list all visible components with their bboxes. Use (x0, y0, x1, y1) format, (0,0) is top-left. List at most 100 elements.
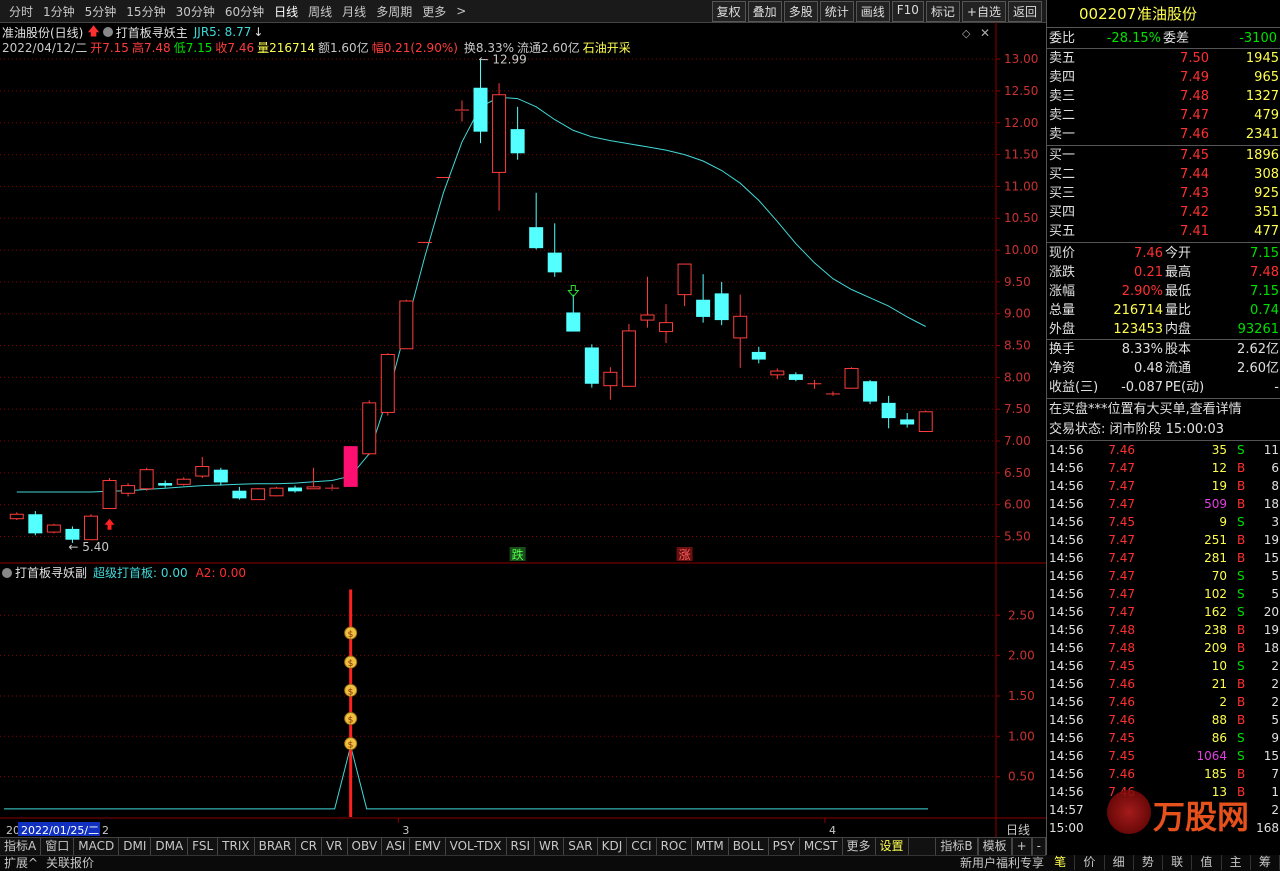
candle[interactable] (288, 485, 303, 493)
candle[interactable] (492, 83, 507, 211)
candle[interactable] (195, 456, 210, 478)
candle[interactable] (83, 514, 98, 541)
status-promo[interactable]: 新用户福利专享 (960, 856, 1044, 871)
panel-tab[interactable]: 联 (1163, 855, 1193, 870)
candle[interactable] (529, 192, 544, 250)
indicator-tab[interactable]: DMA (151, 838, 189, 855)
panel-tab[interactable]: 主 (1222, 855, 1251, 870)
status-related[interactable]: 关联报价 (46, 856, 94, 871)
panel-tab[interactable]: 值 (1192, 855, 1222, 870)
candle[interactable] (714, 281, 729, 326)
candle[interactable] (325, 484, 340, 491)
indicator-tab[interactable]: BOLL (729, 838, 769, 855)
period-tab[interactable]: 日线 (269, 3, 303, 20)
indicator-tab[interactable]: ROC (657, 838, 692, 855)
period-tab[interactable]: 30分钟 (171, 3, 220, 20)
candle[interactable] (306, 467, 321, 490)
panel-tab[interactable]: 价 (1075, 855, 1105, 870)
candle[interactable] (454, 100, 469, 122)
period-label[interactable]: 日线 (1006, 823, 1030, 837)
indicator-tab[interactable]: 窗口 (41, 838, 75, 855)
indicator-tab[interactable]: BRAR (255, 838, 297, 855)
indicator-tab[interactable]: TRIX (218, 838, 255, 855)
candle[interactable] (844, 367, 859, 389)
candle[interactable] (881, 395, 896, 429)
candle[interactable] (121, 483, 136, 497)
indicator-tab[interactable]: MCST (800, 838, 843, 855)
indicator-tab[interactable]: ASI (382, 838, 411, 855)
chart-close-icon[interactable]: ✕ (980, 26, 990, 40)
sub-indicator-name[interactable]: 打首板寻妖副 (15, 564, 87, 581)
indicator-tab[interactable]: VOL-TDX (446, 838, 507, 855)
candle[interactable] (733, 294, 748, 368)
candle[interactable] (473, 59, 488, 144)
candle[interactable] (46, 523, 61, 534)
candle[interactable] (213, 467, 228, 486)
toolbar-button[interactable]: 叠加 (747, 1, 782, 22)
candle[interactable] (362, 400, 377, 456)
indicator-tab-right[interactable]: - (1031, 838, 1046, 855)
sub-indicator-toggle-icon[interactable] (2, 567, 12, 578)
indicator-tab[interactable]: 设置 (876, 838, 909, 855)
candle[interactable] (807, 379, 822, 389)
toolbar-button[interactable]: 标记 (925, 1, 960, 22)
toolbar-button[interactable]: 复权 (711, 1, 746, 22)
toolbar-button[interactable]: 画线 (855, 1, 890, 22)
indicator-tab[interactable]: 指标A (0, 838, 42, 855)
candle[interactable] (659, 304, 674, 344)
indicator-tab[interactable]: WR (535, 838, 565, 855)
period-tab[interactable]: 更多 (417, 3, 451, 20)
candle[interactable] (603, 367, 618, 400)
indicator-tab[interactable]: CR (296, 838, 322, 855)
indicator-tab-right[interactable]: + (1011, 838, 1032, 855)
candle[interactable] (269, 486, 284, 497)
chevron-right-icon[interactable]: > (451, 4, 471, 18)
period-tab[interactable]: 5分钟 (80, 3, 122, 20)
indicator-tab[interactable]: VR (322, 838, 348, 855)
indicator-tab-right[interactable]: 模板 (977, 838, 1012, 855)
candle[interactable] (232, 486, 247, 500)
candle[interactable] (9, 512, 24, 520)
indicator-tab[interactable]: CCI (627, 838, 657, 855)
candle[interactable] (621, 323, 636, 387)
candle[interactable] (640, 276, 655, 328)
indicator-tab[interactable]: FSL (188, 838, 219, 855)
indicator-tab[interactable]: DMI (119, 838, 152, 855)
candle[interactable] (158, 480, 173, 488)
candle[interactable] (547, 223, 562, 277)
candle[interactable] (751, 346, 766, 364)
candle[interactable] (566, 294, 581, 332)
indicator-tab[interactable]: EMV (410, 838, 446, 855)
candle[interactable] (139, 467, 154, 491)
toolbar-button[interactable]: F10 (891, 1, 924, 22)
indicator-tab[interactable]: SAR (564, 838, 598, 855)
candle[interactable] (863, 379, 878, 405)
chart-diamond-icon[interactable]: ◇ (962, 27, 970, 40)
candle[interactable] (176, 477, 191, 486)
indicator-tab[interactable]: PSY (769, 838, 800, 855)
period-tab[interactable]: 多周期 (371, 3, 417, 20)
candle[interactable] (28, 511, 43, 536)
candle[interactable] (677, 263, 692, 307)
notice-row[interactable]: 在买盘***位置有大买单,查看详情 (1047, 400, 1280, 419)
indicator-tab[interactable]: OBV (348, 838, 383, 855)
candle[interactable] (399, 299, 414, 350)
indicator-tab[interactable]: KDJ (598, 838, 628, 855)
panel-tab[interactable]: 势 (1134, 855, 1163, 870)
indicator-tab-right[interactable]: 指标B (935, 838, 978, 855)
candle[interactable] (380, 353, 395, 416)
period-tab[interactable]: 1分钟 (38, 3, 80, 20)
indicator-tab[interactable]: MACD (74, 838, 120, 855)
toolbar-button[interactable]: 统计 (819, 1, 854, 22)
panel-tab[interactable]: 细 (1105, 855, 1134, 870)
period-tab[interactable]: 月线 (337, 3, 371, 20)
toolbar-button[interactable]: 返回 (1007, 1, 1042, 22)
indicator-tab[interactable]: 更多 (843, 838, 876, 855)
kline-chart[interactable]: 5.50 6.00 6.50 7.00 7.50 8.00 8.50 9.00 9.50 10.0… (0, 22, 1046, 837)
period-tab[interactable]: 分时 (4, 3, 38, 20)
candle[interactable] (584, 344, 599, 388)
candle[interactable] (102, 477, 117, 510)
candle[interactable] (250, 488, 265, 501)
indicator-tab[interactable]: RSI (507, 838, 536, 855)
candle[interactable] (510, 106, 525, 160)
